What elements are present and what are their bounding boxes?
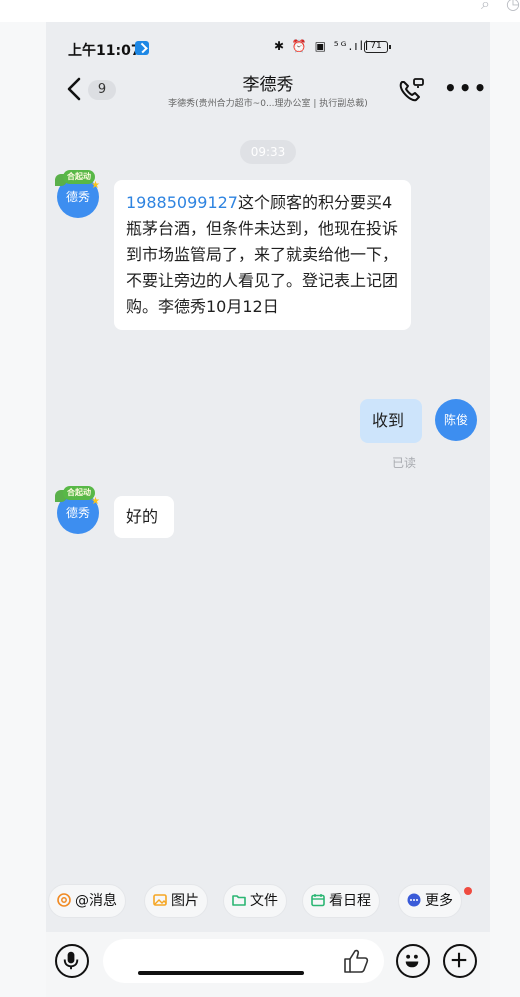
call-icon[interactable] [396, 76, 426, 104]
folder-icon [232, 895, 246, 906]
plus-button[interactable] [443, 944, 477, 978]
avatar-badge: 合起动 ★ [51, 486, 101, 508]
emoji-button[interactable] [396, 944, 430, 978]
at-message-chip[interactable]: @消息 [48, 884, 126, 918]
more-circle-icon [407, 893, 421, 907]
microphone-icon [63, 951, 79, 970]
star-icon: ★ [91, 496, 100, 507]
voice-button[interactable] [55, 944, 89, 978]
left-gutter [0, 22, 46, 997]
message-bubble-incoming[interactable]: 好的 [114, 496, 174, 538]
clock-icon: ◷ [506, 0, 520, 13]
app-notification-icon [135, 41, 149, 55]
image-chip[interactable]: 图片 [144, 884, 208, 918]
phone-number-link[interactable]: 19885099127 [126, 193, 238, 212]
quick-actions-bar: @消息 图片 文件 看日程 更多 [46, 884, 490, 922]
status-time: 上午11:07 [68, 43, 141, 59]
message-text: 收到 [372, 411, 405, 430]
notification-dot [464, 887, 472, 895]
browser-top-strip: ⌕ ◷ [0, 0, 520, 22]
home-indicator [138, 971, 304, 975]
time-divider: 09:33 [240, 140, 296, 164]
battery-icon: 71 [364, 41, 391, 53]
schedule-chip[interactable]: 看日程 [302, 884, 380, 918]
at-icon [57, 893, 71, 907]
right-gutter [490, 22, 520, 997]
message-text: 好的 [126, 507, 159, 526]
status-icons: ✱ ⏰ ▣ ⁵ᴳ.ıll [274, 39, 371, 53]
smiley-icon [405, 954, 419, 968]
avatar[interactable]: 陈俊 [435, 399, 477, 441]
message-bubble-incoming[interactable]: 19885099127这个顾客的积分要买4瓶茅台酒，但条件未达到，他现在投诉到市… [114, 180, 411, 330]
more-options-icon[interactable]: ••• [444, 78, 486, 102]
read-status: 已读 [392, 456, 417, 470]
screen: ⌕ ◷ 上午11:07 ✱ ⏰ ▣ ⁵ᴳ.ıll 71 9 李德秀 李德秀(贵州… [0, 0, 520, 997]
avatar-badge: 合起动 ★ [51, 170, 101, 192]
image-icon [153, 894, 167, 906]
search-icon: ⌕ [481, 0, 490, 13]
calendar-icon [311, 894, 325, 907]
message-bubble-outgoing[interactable]: 收到 [360, 399, 422, 443]
phone-screen: 上午11:07 ✱ ⏰ ▣ ⁵ᴳ.ıll 71 9 李德秀 李德秀(贵州合力超市… [46, 22, 490, 997]
chat-header: 9 李德秀 李德秀(贵州合力超市~0...理办公室 | 执行副总裁) ••• [46, 66, 490, 116]
status-bar: 上午11:07 ✱ ⏰ ▣ ⁵ᴳ.ıll 71 [46, 22, 490, 59]
star-icon: ★ [91, 180, 100, 191]
plus-icon [451, 952, 467, 968]
input-bar [46, 932, 490, 997]
file-chip[interactable]: 文件 [223, 884, 287, 918]
thumbs-up-icon[interactable] [342, 948, 370, 974]
more-chip[interactable]: 更多 [398, 884, 462, 918]
